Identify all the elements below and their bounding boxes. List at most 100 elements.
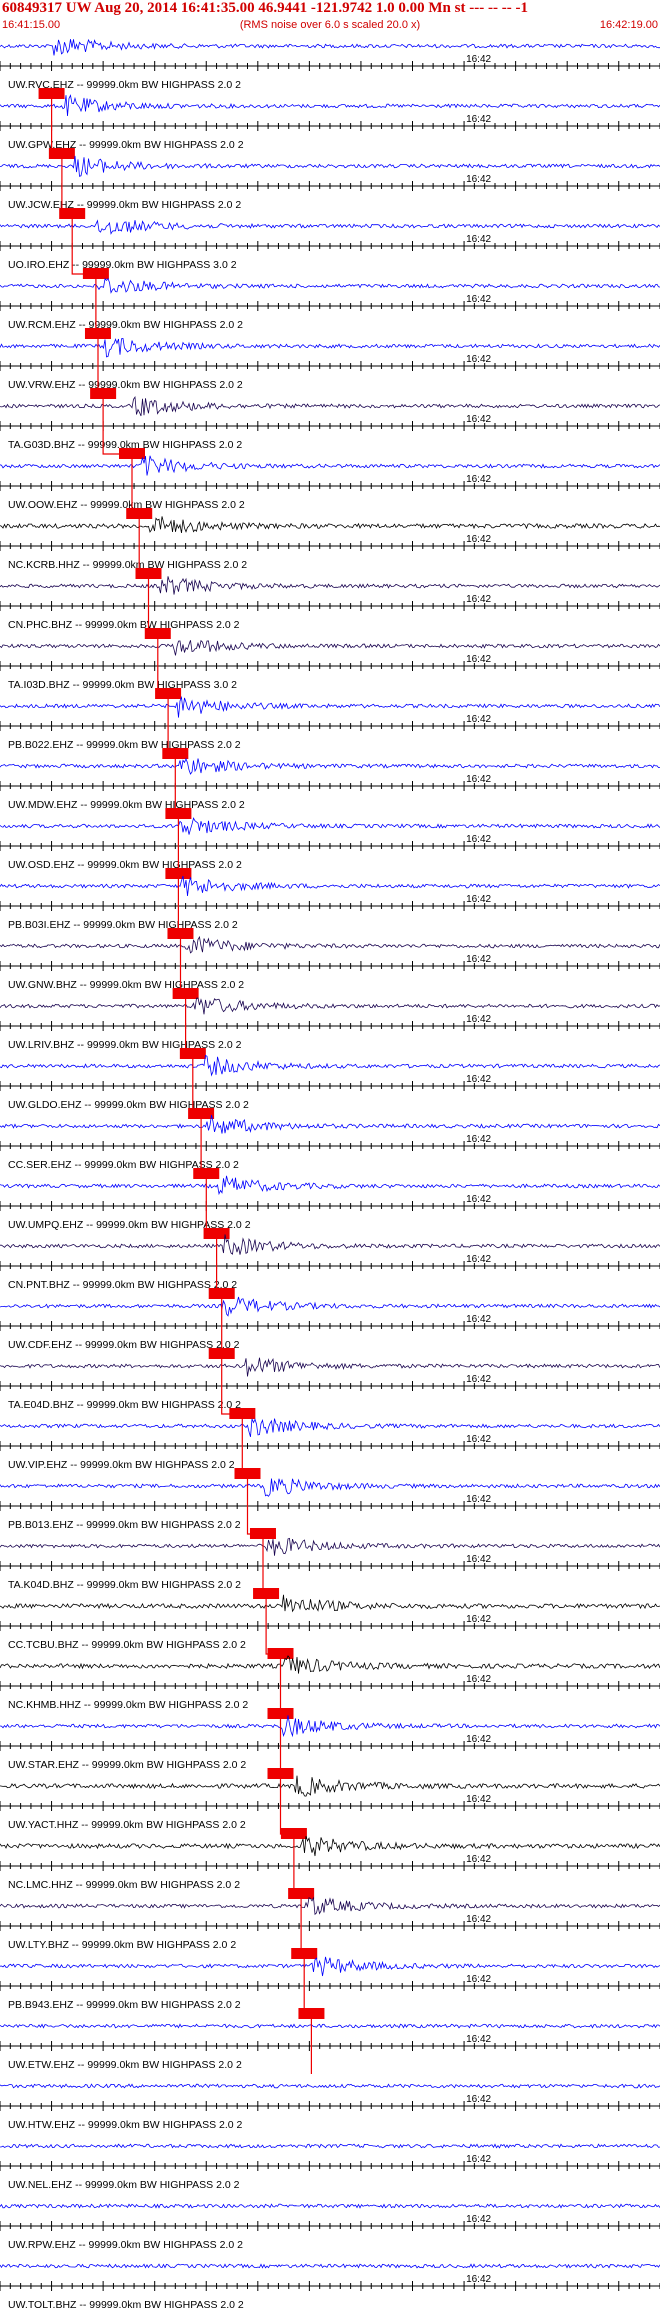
waveform-trace bbox=[0, 1234, 660, 1255]
station-row: 16:42 UW.VRW.EHZ -- 99999.0km BW HIGHPASS… bbox=[0, 338, 660, 399]
station-label: TA.I03D.BHZ -- 99999.0km BW HIGHPASS 3.0… bbox=[8, 679, 237, 691]
station-row: 16:42TA.G03D.BHZ -- 99999.0km BW HIGHPAS… bbox=[0, 395, 660, 459]
waveform-trace bbox=[0, 1956, 660, 1977]
tick-label: 16:42 bbox=[466, 2034, 491, 2045]
station-label: UW.LTY.BHZ -- 99999.0km BW HIGHPASS 2.0 … bbox=[8, 1939, 236, 1951]
tick-label: 16:42 bbox=[466, 1194, 491, 1205]
tick-label: 16:42 bbox=[466, 1014, 491, 1025]
tick-label: 16:42 bbox=[466, 894, 491, 905]
tick-label: 16:42 bbox=[466, 2274, 491, 2285]
station-row: 16:42UW.UMPQ.EHZ -- 99999.0km BW HIGHPAS… bbox=[0, 1175, 660, 1239]
waveform-trace bbox=[0, 1478, 660, 1497]
station-label: UW.NEL.EHZ -- 99999.0km BW HIGHPASS 2.0 … bbox=[8, 2179, 240, 2191]
waveform-trace bbox=[0, 1537, 660, 1556]
station-row: 16:42 UW.YACT.HHZ -- 99999.0km BW HIGHPAS… bbox=[0, 1775, 660, 1839]
tick-label: 16:42 bbox=[466, 774, 491, 785]
station-row: 16:42 CN.PHC.BHZ -- 99999.0km BW HIGHPASS… bbox=[0, 576, 660, 639]
tick-label: 16:42 bbox=[466, 534, 491, 545]
tick-label: 16:42 bbox=[466, 1614, 491, 1625]
station-label: CC.TCBU.BHZ -- 99999.0km BW HIGHPASS 2.0… bbox=[8, 1639, 246, 1651]
tick-label: 16:42 bbox=[466, 1734, 491, 1745]
station-row: 16:42 PB.B943.EHZ -- 99999.0km BW HIGHPAS… bbox=[0, 1956, 660, 2019]
waveform-trace bbox=[0, 695, 660, 718]
tick-label: 16:42 bbox=[466, 1674, 491, 1685]
tick-label: 16:42 bbox=[466, 594, 491, 605]
tick-label: 16:42 bbox=[466, 1794, 491, 1805]
waveform-trace bbox=[0, 997, 660, 1015]
waveform-trace bbox=[0, 2203, 660, 2209]
tick-label: 16:42 bbox=[466, 2094, 491, 2105]
waveform-trace bbox=[0, 94, 660, 117]
waveform-trace bbox=[0, 2263, 660, 2269]
station-label: UW.LRIV.BHZ -- 99999.0km BW HIGHPASS 2.0… bbox=[8, 1039, 242, 1051]
tick-label: 16:42 bbox=[466, 714, 491, 725]
station-row: 16:42 UW.RCM.EHZ -- 99999.0km BW HIGHPASS… bbox=[0, 277, 660, 339]
station-label: CN.PHC.BHZ -- 99999.0km BW HIGHPASS 2.0 … bbox=[8, 619, 240, 631]
waveform-trace bbox=[0, 1655, 660, 1674]
waveform-trace bbox=[0, 395, 660, 417]
station-row: 16:42 UW.TOLT.BHZ -- 99999.0km BW HIGHPAS… bbox=[0, 2263, 660, 2311]
station-row: 16:42UW.OOW.EHZ -- 99999.0km BW HIGHPASS… bbox=[0, 455, 660, 519]
tick-label: 16:42 bbox=[466, 834, 491, 845]
tick-label: 16:42 bbox=[466, 1314, 491, 1325]
station-label: UW.YACT.HHZ -- 99999.0km BW HIGHPASS 2.0… bbox=[8, 1819, 246, 1831]
station-row: 16:42 UW.NEL.EHZ -- 99999.0km BW HIGHPASS… bbox=[0, 2143, 660, 2191]
station-row: 16:42 UW.RPW.EHZ -- 99999.0km BW HIGHPASS… bbox=[0, 2203, 660, 2251]
station-row: 16:42 UO.IRO.EHZ -- 99999.0km BW HIGHPASS… bbox=[0, 219, 660, 279]
waveform-trace bbox=[0, 2023, 660, 2029]
waveform-trace bbox=[0, 219, 660, 235]
waveform-trace bbox=[0, 1357, 660, 1377]
station-row: 16:42CC.SER.EHZ -- 99999.0km BW HIGHPASS… bbox=[0, 1114, 660, 1179]
station-label: UW.GPW.EHZ -- 99999.0km BW HIGHPASS 2.0 … bbox=[8, 139, 244, 151]
station-row: 16:42 UW.OSD.EHZ -- 99999.0km BW HIGHPASS… bbox=[0, 817, 660, 879]
waveform-trace bbox=[0, 38, 660, 56]
waveform-trace bbox=[0, 155, 660, 177]
station-row: 16:42 TA.K04D.BHZ -- 99999.0km BW HIGHPAS… bbox=[0, 1537, 660, 1599]
station-label: PB.B022.EHZ -- 99999.0km BW HIGHPASS 2.0… bbox=[8, 739, 241, 751]
station-label: UW.OSD.EHZ -- 99999.0km BW HIGHPASS 2.0 … bbox=[8, 859, 242, 871]
waveform-trace bbox=[0, 1054, 660, 1077]
waveform-trace bbox=[0, 455, 660, 476]
station-label: UW.CDF.EHZ -- 99999.0km BW HIGHPASS 2.0 … bbox=[8, 1339, 240, 1351]
waveform-trace bbox=[0, 1835, 660, 1857]
end-time-label: 16:42:19.00 bbox=[599, 19, 658, 31]
waveform-trace bbox=[0, 338, 660, 358]
seismogram-plot: 16:42UW.RVC.EHZ -- 99999.0km BW HIGHPASS… bbox=[0, 38, 660, 2311]
tick-label: 16:42 bbox=[466, 654, 491, 665]
waveform-trace bbox=[0, 2143, 660, 2149]
station-label: TA.E04D.BHZ -- 99999.0km BW HIGHPASS 2.0… bbox=[8, 1399, 241, 1411]
station-label: UW.GNW.BHZ -- 99999.0km BW HIGHPASS 2.0 … bbox=[8, 979, 244, 991]
tick-label: 16:42 bbox=[466, 1854, 491, 1865]
tick-label: 16:42 bbox=[466, 1554, 491, 1565]
station-row: 16:42 PB.B013.EHZ -- 99999.0km BW HIGHPAS… bbox=[0, 1478, 660, 1539]
station-label: NC.LMC.HHZ -- 99999.0km BW HIGHPASS 2.0 … bbox=[8, 1879, 240, 1891]
station-label: TA.K04D.BHZ -- 99999.0km BW HIGHPASS 2.0… bbox=[8, 1579, 241, 1591]
station-row: 16:42 UW.HTW.EHZ -- 99999.0km BW HIGHPASS… bbox=[0, 2083, 660, 2131]
station-row: 16:42 UW.LTY.BHZ -- 99999.0km BW HIGHPASS… bbox=[0, 1896, 660, 1959]
tick-label: 16:42 bbox=[466, 474, 491, 485]
station-label: PB.B03I.EHZ -- 99999.0km BW HIGHPASS 2.0… bbox=[8, 919, 238, 931]
waveform-trace bbox=[0, 1775, 660, 1797]
station-row: 16:42 UW.LRIV.BHZ -- 99999.0km BW HIGHPAS… bbox=[0, 997, 660, 1059]
station-row: 16:42 UW.GNW.BHZ -- 99999.0km BW HIGHPASS… bbox=[0, 935, 660, 999]
event-title: 60849317 UW Aug 20, 2014 16:41:35.00 46.… bbox=[2, 0, 528, 16]
tick-label: 16:42 bbox=[466, 954, 491, 965]
station-row: 16:42 UW.MDW.EHZ -- 99999.0km BW HIGHPASS… bbox=[0, 757, 660, 819]
seismogram-header: 60849317 UW Aug 20, 2014 16:41:35.00 46.… bbox=[0, 0, 660, 34]
waveform-trace bbox=[0, 277, 660, 294]
station-row: 16:42 CN.PNT.BHZ -- 99999.0km BW HIGHPASS… bbox=[0, 1234, 660, 1299]
waveform-trace bbox=[0, 1594, 660, 1613]
station-label: PB.B013.EHZ -- 99999.0km BW HIGHPASS 2.0… bbox=[8, 1519, 241, 1531]
station-row: 16:42UW.RVC.EHZ -- 99999.0km BW HIGHPASS… bbox=[0, 38, 660, 99]
station-label: UO.IRO.EHZ -- 99999.0km BW HIGHPASS 3.0 … bbox=[8, 259, 237, 271]
station-row: 16:42 TA.E04D.BHZ -- 99999.0km BW HIGHPAS… bbox=[0, 1357, 660, 1419]
tick-label: 16:42 bbox=[466, 234, 491, 245]
station-row: 16:42 UW.ETW.EHZ -- 99999.0km BW HIGHPASS… bbox=[0, 2023, 660, 2071]
station-label: PB.B943.EHZ -- 99999.0km BW HIGHPASS 2.0… bbox=[8, 1999, 241, 2011]
station-row: 16:42 PB.B03I.EHZ -- 99999.0km BW HIGHPAS… bbox=[0, 875, 660, 939]
waveform-trace bbox=[0, 935, 660, 954]
tick-label: 16:42 bbox=[466, 354, 491, 365]
station-row: 16:42 NC.LMC.HHZ -- 99999.0km BW HIGHPASS… bbox=[0, 1835, 660, 1899]
station-label: UW.RPW.EHZ -- 99999.0km BW HIGHPASS 2.0 … bbox=[8, 2239, 243, 2251]
station-row: 16:42 UW.CDF.EHZ -- 99999.0km BW HIGHPASS… bbox=[0, 1296, 660, 1359]
